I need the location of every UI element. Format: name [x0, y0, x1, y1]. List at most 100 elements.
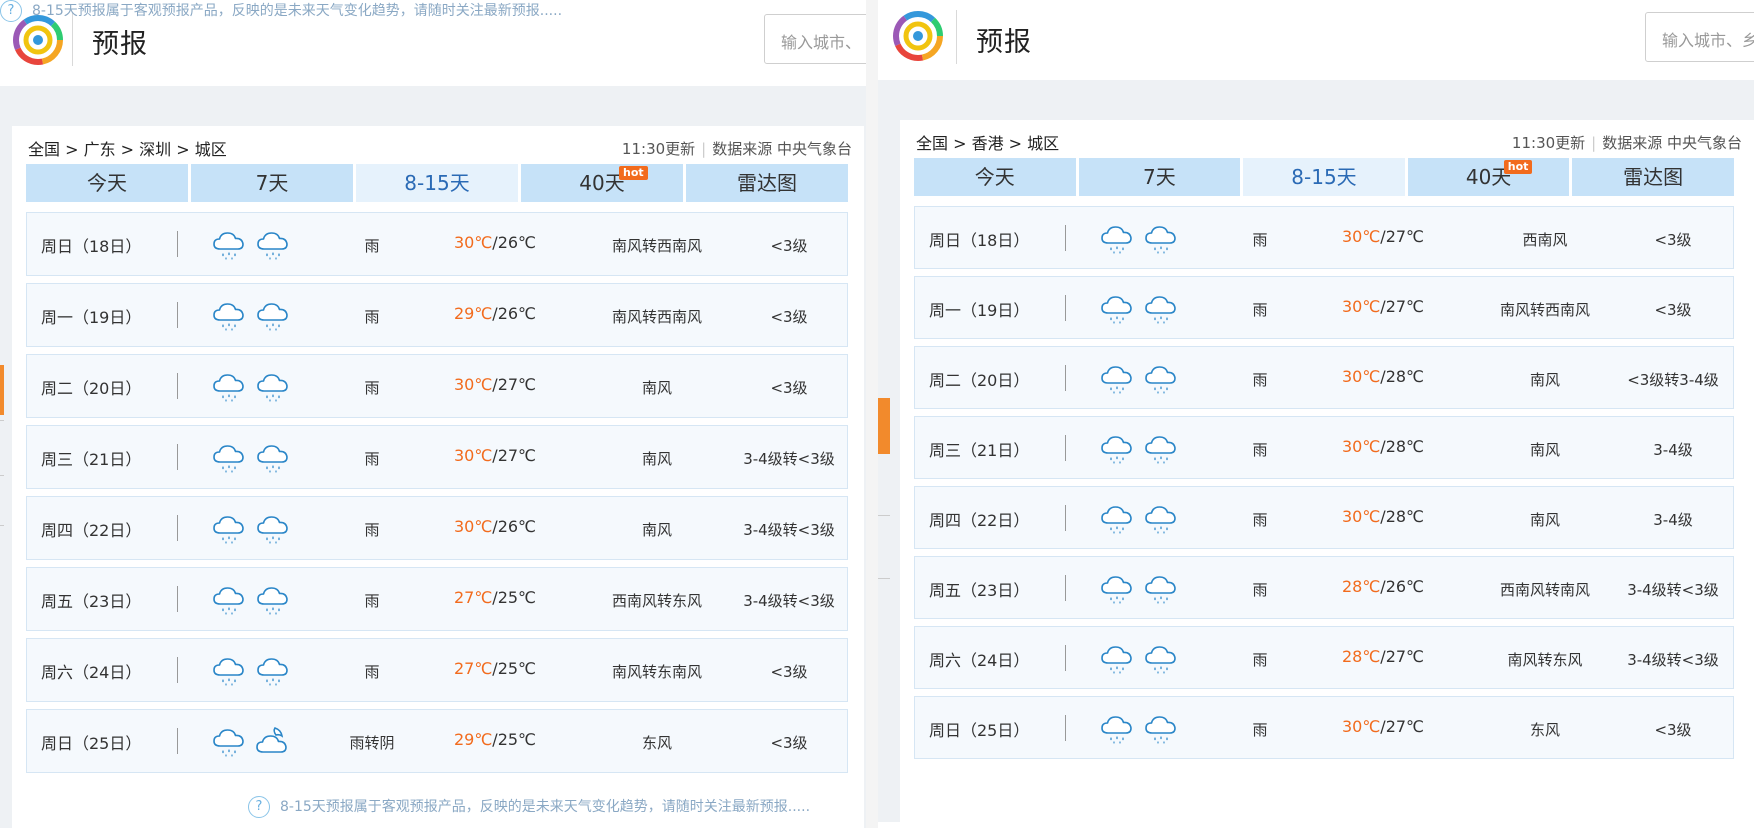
tab-40day-label: 40天 [579, 171, 625, 195]
row-divider [1065, 715, 1066, 741]
forecast-row[interactable]: 周一（19日） 雨 29℃/26℃ 南风转西南风 <3级 [26, 283, 848, 347]
weather-desc: 雨 [364, 308, 380, 326]
tab-radar[interactable]: 雷达图 [686, 164, 848, 202]
city-search-input[interactable]: 输入城市、 [764, 14, 866, 64]
forecast-row[interactable]: 周日（18日） 雨 30℃/26℃ 南风转西南风 <3级 [26, 212, 848, 276]
temperature: 29℃/26℃ [453, 304, 537, 323]
temperature: 28℃/27℃ [1341, 647, 1425, 666]
city-search-input[interactable]: 输入城市、乡 [1645, 12, 1754, 62]
side-divider [0, 420, 4, 421]
logo-icon[interactable] [892, 10, 944, 62]
side-feedback-tab[interactable] [0, 365, 4, 415]
temp-low: 26℃ [1385, 577, 1425, 596]
tab-40day[interactable]: 40天 hot [1407, 158, 1570, 196]
temperature: 30℃/28℃ [1341, 507, 1425, 526]
temp-low: 28℃ [1385, 437, 1425, 456]
forecast-row[interactable]: 周一（19日） 雨 30℃/27℃ 南风转西南风 <3级 [914, 276, 1734, 339]
tab-40day[interactable]: 40天 hot [521, 164, 683, 202]
temperature: 30℃/27℃ [453, 375, 537, 394]
weather-desc: 雨转阴 [349, 734, 395, 752]
forecast-row[interactable]: 周六（24日） 雨 27℃/25℃ 南风转东南风 <3级 [26, 638, 848, 702]
page-title: 预报 [92, 29, 148, 60]
rain-cloud-icon [1099, 431, 1135, 467]
forecast-row[interactable]: 周五（23日） 雨 28℃/26℃ 西南风转南风 3-4级转<3级 [914, 556, 1734, 619]
temp-low: 27℃ [497, 446, 537, 465]
temp-high: 30℃ [1341, 227, 1381, 246]
weather-desc: 雨 [364, 663, 380, 681]
help-icon[interactable]: ? [248, 796, 270, 818]
forecast-list: 周日（18日）雨 30℃/27℃ 西南风 <3级 周一（19日）雨 30℃/27℃ 南风转西… [914, 206, 1734, 766]
weather-desc: 雨 [364, 237, 380, 255]
wind-level: <3级 [770, 663, 808, 681]
wind-direction: 西南风转东风 [611, 592, 702, 610]
breadcrumb[interactable]: 全国 > 香港 > 城区 [916, 130, 1059, 154]
forecast-row[interactable]: 周五（23日） 雨 27℃/25℃ 西南风转东风 3-4级转<3级 [26, 567, 848, 631]
hot-badge: hot [1503, 160, 1533, 174]
help-icon[interactable]: ? [0, 0, 22, 22]
forecast-row[interactable]: 周六（24日） 雨 28℃/27℃ 南风转东风 3-4级转<3级 [914, 626, 1734, 689]
rain-cloud-icon [1099, 641, 1135, 677]
forecast-row[interactable]: 周四（22日） 雨 30℃/28℃ 南风 3-4级 [914, 486, 1734, 549]
rain-cloud-icon [255, 440, 291, 476]
wind-direction: 南风 [641, 521, 672, 539]
forecast-row[interactable]: 周二（20日） 雨 30℃/27℃ 南风 <3级 [26, 354, 848, 418]
weather-desc: 雨 [1252, 441, 1268, 459]
wind-level: <3级 [770, 734, 808, 752]
side-divider [0, 475, 4, 476]
wind-level: 3-4级转<3级 [743, 450, 835, 468]
row-divider [1065, 295, 1066, 321]
rain-cloud-icon [1099, 711, 1135, 747]
forecast-row[interactable]: 周二（20日） 雨 30℃/28℃ 南风 <3级转3-4级 [914, 346, 1734, 409]
wind-direction: 南风转西南风 [611, 308, 702, 326]
forecast-note-text: 8-15天预报属于客观预报产品，反映的是未来天气变化趋势，请随时关注最新预报..… [280, 799, 811, 815]
side-divider [878, 578, 890, 579]
rain-cloud-icon [1143, 571, 1179, 607]
rain-cloud-icon [1143, 291, 1179, 327]
forecast-tabs: 今天 7天 8-15天 40天 hot 雷达图 [26, 164, 848, 202]
row-divider [177, 657, 178, 683]
forecast-row[interactable]: 周三（21日） 雨 30℃/27℃ 南风 3-4级转<3级 [26, 425, 848, 489]
side-divider [878, 515, 890, 516]
data-source: 数据来源 中央气象台 [1602, 134, 1742, 152]
weather-desc: 雨 [364, 521, 380, 539]
forecast-card: 全国 > 香港 > 城区 11:30更新 | 数据来源 中央气象台 今天 7天 8-… [900, 120, 1754, 828]
weather-desc: 雨 [364, 592, 380, 610]
weather-desc: 雨 [1252, 301, 1268, 319]
weather-desc: 雨 [1252, 581, 1268, 599]
temp-low: 26℃ [497, 304, 537, 323]
tab-7day[interactable]: 7天 [1078, 158, 1241, 196]
temp-low: 25℃ [497, 588, 537, 607]
tab-8-15day[interactable]: 8-15天 [1243, 158, 1405, 196]
tab-radar[interactable]: 雷达图 [1572, 158, 1734, 196]
temp-low: 27℃ [1385, 717, 1425, 736]
tab-8-15day[interactable]: 8-15天 [356, 164, 518, 202]
forecast-row[interactable]: 周四（22日） 雨 30℃/26℃ 南风 3-4级转<3级 [26, 496, 848, 560]
forecast-day: 周日（18日） [929, 231, 1030, 250]
row-divider [1065, 225, 1066, 251]
update-time: 11:30更新 [1511, 134, 1586, 152]
forecast-row[interactable]: 周三（21日） 雨 30℃/28℃ 南风 3-4级 [914, 416, 1734, 479]
update-meta: 11:30更新 | 数据来源 中央气象台 [622, 138, 852, 159]
tab-7day[interactable]: 7天 [191, 164, 353, 202]
forecast-day: 周二（20日） [929, 371, 1030, 390]
rain-cloud-icon [255, 653, 291, 689]
wind-level: <3级 [1654, 301, 1692, 319]
wind-level: 3-4级 [1653, 511, 1693, 529]
weather-desc: 雨 [1252, 371, 1268, 389]
tab-today[interactable]: 今天 [26, 164, 188, 202]
data-source: 数据来源 中央气象台 [712, 140, 852, 158]
forecast-day: 周日（25日） [929, 721, 1030, 740]
tab-today[interactable]: 今天 [914, 158, 1076, 196]
forecast-row[interactable]: 周日（25日） 雨转阴 29℃/25℃ 东风 <3级 [26, 709, 848, 773]
forecast-day: 周四（22日） [41, 521, 142, 540]
temperature: 30℃/27℃ [453, 446, 537, 465]
row-divider [1065, 575, 1066, 601]
weather-desc: 雨 [364, 379, 380, 397]
side-feedback-tab[interactable] [878, 398, 890, 454]
rain-cloud-icon [255, 227, 291, 263]
breadcrumb[interactable]: 全国 > 广东 > 深圳 > 城区 [28, 136, 227, 160]
forecast-tabs: 今天 7天 8-15天 40天 hot 雷达图 [914, 158, 1734, 196]
forecast-row[interactable]: 周日（25日） 雨 30℃/27℃ 东风 <3级 [914, 696, 1734, 759]
temp-high: 30℃ [453, 517, 493, 536]
forecast-row[interactable]: 周日（18日） 雨 30℃/27℃ 西南风 <3级 [914, 206, 1734, 269]
